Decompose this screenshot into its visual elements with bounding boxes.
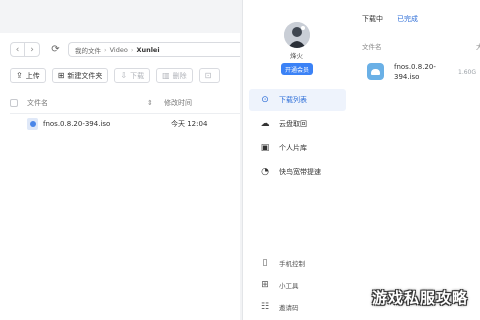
invite-icon: ☷ — [260, 302, 270, 312]
upload-button[interactable]: ⇪ 上传 — [10, 68, 46, 83]
tab-completed[interactable]: 已完成 — [397, 14, 418, 24]
tab-downloading[interactable]: 下载中 — [362, 14, 383, 24]
file-row[interactable]: fnos.0.8.20-394.iso 今天 12:04 — [10, 116, 240, 132]
iso-file-icon — [27, 118, 38, 130]
sidebar-item-speedup[interactable]: ◔ 快鸟宽带提速 — [249, 161, 346, 183]
file-modified: 今天 12:04 — [171, 120, 208, 128]
sidebar-item-invite[interactable]: ☷ 邀请码 — [249, 296, 346, 318]
user-name: 烽火 — [290, 52, 303, 60]
vip-button[interactable]: 开通会员 — [281, 63, 313, 75]
file-manager-window: ‹ › ⟳ 我的文件 › Video › Xunlei ⇪ 上传 ⊞ 新建文件夹… — [0, 33, 240, 320]
column-name: 文件名 — [362, 43, 382, 51]
column-name[interactable]: 文件名 — [27, 98, 147, 108]
file-name[interactable]: fnos.0.8.20-394.iso — [43, 120, 163, 128]
sidebar-item-label: 个人片库 — [279, 144, 307, 152]
column-size: 大小 — [476, 43, 480, 51]
download-icon: ⇩ — [120, 71, 128, 80]
sidebar-item-label: 云盘取回 — [279, 120, 307, 128]
iso-file-icon — [367, 63, 384, 80]
sidebar-item-label: 邀请码 — [279, 304, 299, 312]
new-folder-icon: ⊞ — [57, 71, 65, 80]
breadcrumb-root[interactable]: 我的文件 — [75, 45, 101, 55]
more-button[interactable]: ⊡ — [198, 68, 221, 83]
upload-icon: ⇪ — [16, 71, 23, 80]
grid-icon: ⊞ — [261, 280, 269, 290]
sidebar-item-download-list[interactable]: ⊙ 下载列表 — [249, 89, 346, 111]
file-list-header: 文件名 ⇕ 修改时间 — [10, 95, 240, 111]
xunlei-main: 下载中 已完成 文件名 大小 fnos.0.8.20-394.iso 1.60G — [350, 0, 480, 320]
breadcrumb-separator: › — [130, 45, 134, 54]
breadcrumb-current[interactable]: Xunlei — [136, 46, 159, 54]
xunlei-sidebar: 烽火 开通会员 ⊙ 下载列表 ☁ 云盘取回 ▣ 个人片库 ◔ 快鸟宽带提速 ▯ … — [243, 0, 350, 320]
column-modified[interactable]: 修改时间 — [164, 98, 192, 108]
nav-buttons: ‹ › — [10, 42, 40, 57]
sidebar-item-cloud-retrieve[interactable]: ☁ 云盘取回 — [249, 113, 346, 135]
breadcrumb-folder[interactable]: Video — [110, 46, 128, 54]
upload-label: 上传 — [25, 71, 40, 80]
new-folder-label: 新建文件夹 — [67, 71, 103, 80]
cloud-icon: ☁ — [260, 119, 270, 129]
xunlei-window: 烽火 开通会员 ⊙ 下载列表 ☁ 云盘取回 ▣ 个人片库 ◔ 快鸟宽带提速 ▯ … — [242, 0, 480, 320]
forward-button[interactable]: › — [25, 42, 40, 57]
download-list-header: 文件名 大小 — [362, 41, 480, 51]
download-circle-icon: ⊙ — [261, 95, 269, 105]
new-folder-button[interactable]: ⊞ 新建文件夹 — [51, 68, 109, 83]
download-tabs: 下载中 已完成 — [362, 14, 418, 24]
refresh-icon[interactable]: ⟳ — [48, 42, 63, 57]
avatar[interactable] — [284, 22, 310, 48]
more-icon: ⊡ — [204, 71, 212, 80]
breadcrumb[interactable]: 我的文件 › Video › Xunlei — [68, 42, 240, 57]
sidebar-item-film-library[interactable]: ▣ 个人片库 — [249, 137, 346, 159]
sidebar-item-tools[interactable]: ⊞ 小工具 — [249, 274, 346, 296]
download-label: 下载 — [130, 71, 145, 80]
bird-icon: ◔ — [261, 167, 269, 177]
sort-icon[interactable]: ⇕ — [147, 99, 162, 107]
download-button[interactable]: ⇩ 下载 — [114, 68, 151, 83]
breadcrumb-separator: › — [104, 45, 107, 54]
sidebar-item-label: 快鸟宽带提速 — [279, 168, 321, 176]
phone-icon: ▯ — [262, 258, 268, 268]
sidebar-item-label: 手机控制 — [279, 260, 305, 268]
trash-icon: ▥ — [162, 71, 170, 80]
download-file-name: fnos.0.8.20-394.iso — [394, 63, 436, 81]
select-all-checkbox[interactable] — [10, 99, 18, 107]
film-icon: ▣ — [260, 143, 270, 153]
delete-label: 删除 — [172, 71, 187, 80]
sidebar-item-label: 下载列表 — [279, 96, 307, 104]
download-row[interactable]: fnos.0.8.20-394.iso 1.60G — [362, 60, 480, 86]
back-button[interactable]: ‹ — [10, 42, 25, 57]
watermark: 游戏私服攻略 — [371, 289, 468, 307]
file-manager-pane: ‹ › ⟳ 我的文件 › Video › Xunlei ⇪ 上传 ⊞ 新建文件夹… — [0, 0, 240, 320]
download-file-size: 1.60G — [458, 69, 477, 76]
sidebar-item-phone-control[interactable]: ▯ 手机控制 — [249, 252, 346, 274]
header-divider — [10, 113, 240, 114]
sidebar-item-label: 小工具 — [279, 282, 299, 290]
delete-button[interactable]: ▥ 删除 — [156, 68, 193, 83]
toolbar: ⇪ 上传 ⊞ 新建文件夹 ⇩ 下载 ▥ 删除 ⊡ — [10, 68, 221, 83]
